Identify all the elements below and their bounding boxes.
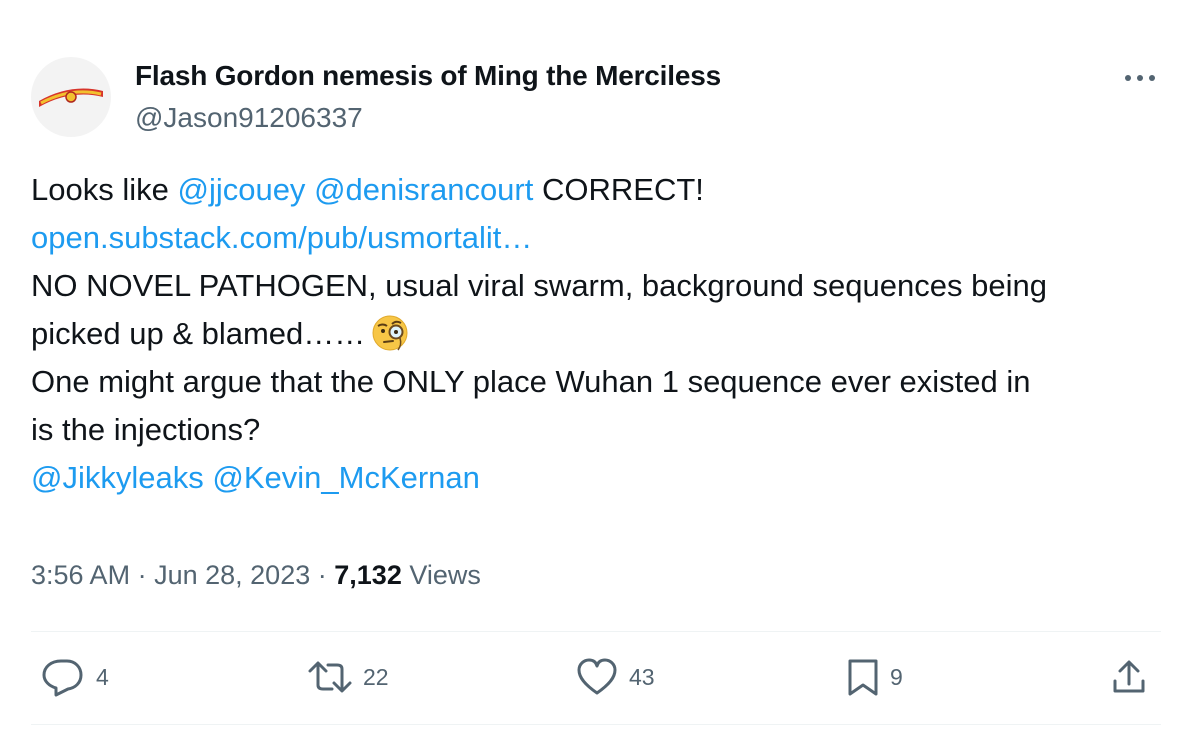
tweet-line: One might argue that the ONLY place Wuha… bbox=[31, 364, 1031, 399]
tweet-line: NO NOVEL PATHOGEN, usual viral swarm, ba… bbox=[31, 268, 1047, 303]
tweet-line: open.substack.com/pub/usmortalit… bbox=[31, 214, 1161, 262]
mention-link[interactable]: @Jikkyleaks bbox=[31, 460, 204, 495]
views-label: Views bbox=[409, 560, 481, 590]
tweet-line: picked up & blamed…… bbox=[31, 310, 1161, 358]
reply-count: 4 bbox=[96, 663, 109, 690]
meta-separator: · bbox=[137, 560, 147, 590]
divider bbox=[31, 724, 1161, 725]
reply-button[interactable]: 4 bbox=[40, 657, 109, 697]
tweet-line: @Jikkyleaks @Kevin_McKernan bbox=[31, 454, 1161, 502]
share-icon bbox=[1113, 660, 1145, 693]
tweet-card: Flash Gordon nemesis of Ming the Mercile… bbox=[0, 0, 1188, 740]
views-count: 7,132 bbox=[334, 560, 402, 590]
mention-link[interactable]: @Kevin_McKernan bbox=[212, 460, 480, 495]
author-display-name[interactable]: Flash Gordon nemesis of Ming the Mercile… bbox=[135, 60, 721, 92]
more-horizontal-icon bbox=[1125, 75, 1155, 81]
tweet-meta: 3:56 AM · Jun 28, 2023 · 7,132 Views bbox=[31, 560, 481, 591]
meta-separator: · bbox=[317, 560, 327, 590]
url-link[interactable]: open.substack.com/pub/usmortalit… bbox=[31, 220, 532, 255]
reply-icon bbox=[42, 659, 83, 697]
heart-icon bbox=[577, 658, 617, 695]
bookmark-icon bbox=[848, 659, 878, 696]
like-count: 43 bbox=[629, 663, 655, 690]
mention-link[interactable]: @denisrancourt bbox=[314, 172, 533, 207]
bookmark-button[interactable]: 9 bbox=[846, 657, 903, 697]
bookmark-count: 9 bbox=[890, 663, 903, 690]
retweet-button[interactable]: 22 bbox=[307, 657, 389, 697]
retweet-count: 22 bbox=[363, 663, 389, 690]
retweet-icon bbox=[308, 661, 352, 693]
tweet-text-segment: picked up & blamed…… bbox=[31, 316, 366, 351]
tweet-text: Looks like @jjcouey @denisrancourt CORRE… bbox=[31, 166, 1161, 502]
tweet-line: Looks like @jjcouey @denisrancourt CORRE… bbox=[31, 166, 1161, 214]
mention-link[interactable]: @jjcouey bbox=[177, 172, 305, 207]
tweet-text-segment: Looks like bbox=[31, 172, 178, 207]
tweet-text-segment: CORRECT! bbox=[533, 172, 704, 207]
avatar-logo-icon bbox=[39, 88, 103, 107]
more-button[interactable] bbox=[1118, 60, 1162, 96]
divider bbox=[31, 631, 1161, 632]
author-handle[interactable]: @Jason91206337 bbox=[135, 102, 363, 134]
like-button[interactable]: 43 bbox=[575, 657, 655, 697]
avatar[interactable] bbox=[31, 57, 111, 137]
tweet-time[interactable]: 3:56 AM bbox=[31, 560, 130, 590]
tweet-date[interactable]: Jun 28, 2023 bbox=[154, 560, 310, 590]
share-button[interactable] bbox=[1110, 657, 1148, 697]
tweet-line: is the injections? bbox=[31, 412, 261, 447]
